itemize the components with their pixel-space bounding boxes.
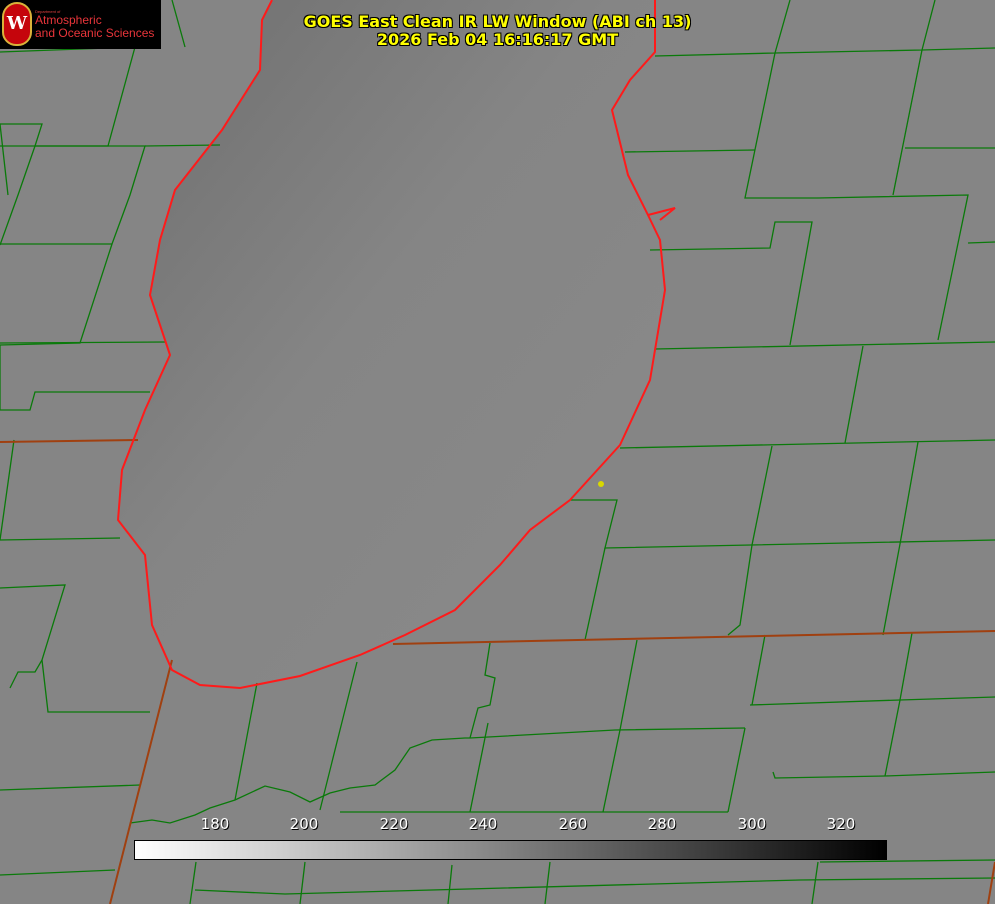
colorbar-tick: 220: [379, 815, 409, 833]
temperature-colorbar: [134, 840, 887, 860]
colorbar-tick: 180: [200, 815, 230, 833]
colorbar-tick: 200: [289, 815, 319, 833]
image-title: GOES East Clean IR LW Window (ABI ch 13): [303, 12, 692, 31]
location-marker: [598, 481, 604, 487]
colorbar-tick: 260: [558, 815, 588, 833]
satellite-map: [0, 0, 995, 904]
colorbar-tick: 280: [647, 815, 677, 833]
colorbar-tick: 300: [737, 815, 767, 833]
satellite-image-viewer: W Department of Atmospheric and Oceanic …: [0, 0, 995, 904]
colorbar-tick: 320: [826, 815, 856, 833]
image-timestamp: 2026 Feb 04 16:16:17 GMT: [376, 30, 619, 49]
colorbar-tick: 240: [468, 815, 498, 833]
